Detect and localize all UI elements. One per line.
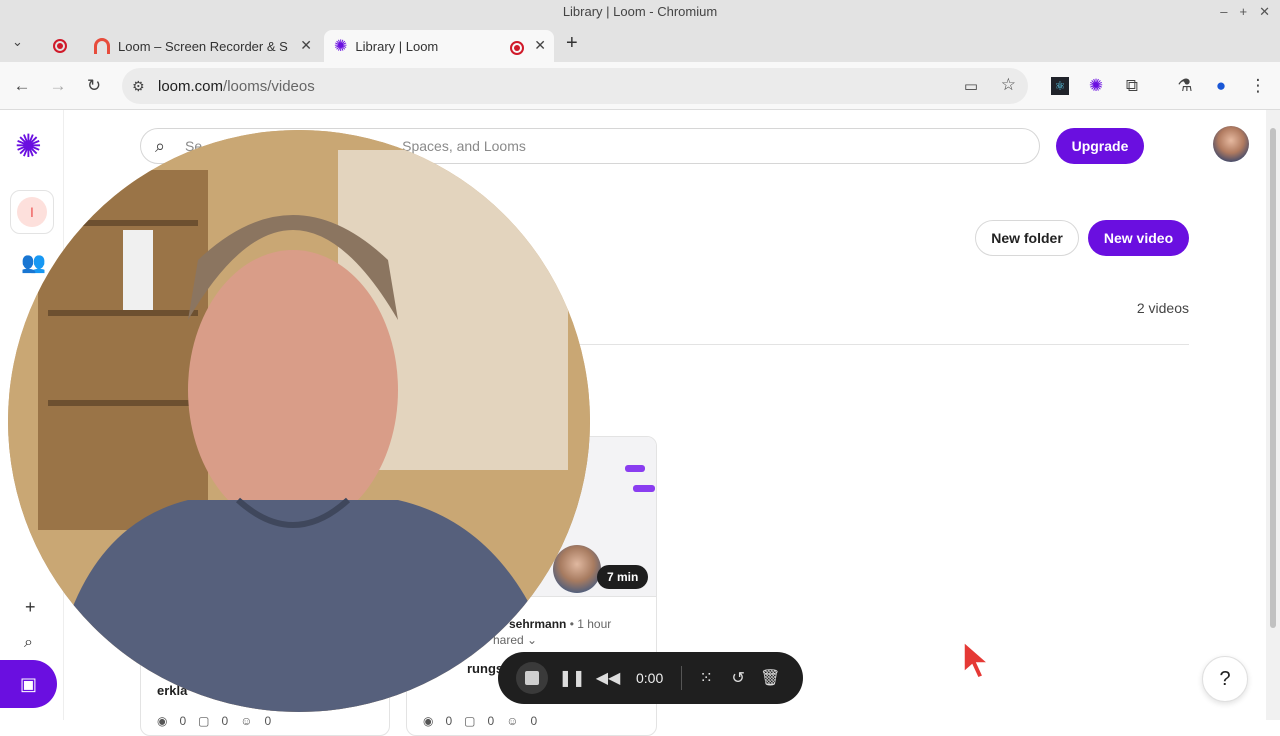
- upload-time: 1 hour: [577, 617, 612, 631]
- reactions-icon: ☺: [240, 714, 253, 728]
- window-controls: – + ✕: [1220, 0, 1270, 24]
- address-bar[interactable]: ⚙ loom.com/looms/videos ▭ ☆: [122, 68, 1028, 104]
- rainbow-favicon-icon: [94, 38, 110, 54]
- comments-count: 0: [221, 714, 229, 728]
- tab-list-chevron-icon[interactable]: ⌄: [12, 34, 23, 50]
- rewind-icon[interactable]: ◀◀: [594, 664, 622, 692]
- recording-indicator-icon: [53, 36, 67, 54]
- maximize-icon[interactable]: +: [1240, 0, 1248, 24]
- labs-flask-icon[interactable]: ⚗: [1173, 74, 1197, 98]
- add-icon[interactable]: +: [25, 597, 36, 618]
- tab-loom-recorder[interactable]: Loom – Screen Recorder & Sc ✕: [84, 30, 320, 62]
- scrollbar-thumb[interactable]: [1270, 128, 1276, 628]
- views-icon: ◉: [423, 714, 434, 728]
- page-scrollbar[interactable]: [1266, 110, 1280, 720]
- workspace-avatar[interactable]: I: [10, 190, 54, 234]
- back-icon[interactable]: ←: [10, 74, 34, 98]
- recording-indicator-icon: [510, 39, 524, 55]
- duration-badge: 7 min: [597, 565, 649, 589]
- site-info-icon[interactable]: ⚙: [132, 78, 152, 95]
- comments-icon: ▢: [464, 714, 476, 728]
- reactions-icon: ☺: [506, 714, 519, 728]
- card-stats: ◉ 0 ▢ 0 ☺ 0: [423, 714, 537, 728]
- close-tab-icon[interactable]: ✕: [534, 37, 546, 54]
- bookmark-star-icon[interactable]: ☆: [1001, 75, 1016, 95]
- elapsed-time: 0:00: [636, 670, 664, 686]
- tab-label: Loom – Screen Recorder & Sc: [118, 38, 288, 54]
- face-shape: [188, 250, 398, 530]
- thumbnail-button-mock: [633, 485, 655, 492]
- video-count: 2 videos: [1136, 300, 1189, 316]
- url-host: loom.com: [158, 77, 224, 95]
- close-tab-icon[interactable]: ✕: [300, 37, 312, 54]
- user-avatar[interactable]: [1213, 126, 1249, 162]
- tab-library-loom[interactable]: ✺ Library | Loom ✕: [324, 30, 554, 62]
- views-count: 0: [445, 714, 453, 728]
- profile-icon[interactable]: ●: [1209, 74, 1233, 98]
- url-path: /looms/videos: [223, 77, 315, 95]
- mouse-cursor-icon: [963, 640, 990, 679]
- browser-menu-icon[interactable]: ⋮: [1246, 74, 1270, 98]
- views-count: 0: [179, 714, 187, 728]
- video-camera-icon: ▣: [19, 673, 37, 694]
- camera-in-use-icon[interactable]: ▭: [964, 77, 978, 95]
- loom-favicon-icon: ✺: [334, 38, 348, 55]
- recording-controls: ❚❚ ◀◀ 0:00 ⁙ ↺ 🗑: [498, 652, 803, 704]
- forward-icon[interactable]: →: [46, 74, 70, 98]
- thumbnail-cam-bubble: [553, 545, 601, 593]
- shared-label: hared: [493, 633, 524, 647]
- search-icon[interactable]: ⌕: [24, 634, 33, 652]
- reactions-count: 0: [530, 714, 538, 728]
- window-titlebar: Library | Loom - Chromium – + ✕: [0, 0, 1280, 24]
- new-tab-icon[interactable]: +: [566, 32, 578, 55]
- extensions-puzzle-icon[interactable]: ⧉: [1120, 74, 1144, 98]
- delete-trash-icon[interactable]: 🗑: [756, 664, 784, 692]
- stop-recording-button[interactable]: [516, 662, 548, 694]
- webcam-feed-image: [8, 130, 590, 712]
- search-icon: ⌕: [155, 136, 166, 156]
- help-button[interactable]: ?: [1202, 656, 1248, 702]
- thumbnail-button-mock: [625, 465, 645, 472]
- people-icon[interactable]: 👥: [21, 250, 46, 275]
- comments-count: 0: [487, 714, 495, 728]
- shared-status[interactable]: hared ⌄: [493, 633, 537, 647]
- pause-icon[interactable]: ❚❚: [558, 664, 586, 692]
- minimize-icon[interactable]: –: [1220, 0, 1227, 24]
- drawing-tools-icon[interactable]: ⁙: [692, 664, 720, 692]
- react-devtools-extension-icon[interactable]: ⚛: [1048, 74, 1072, 98]
- workspace-initial: I: [17, 197, 47, 227]
- loom-extension-icon[interactable]: ✺: [1084, 74, 1108, 98]
- search-placeholder-end: Spaces, and Looms: [402, 138, 526, 154]
- author-name: sehrmann: [509, 617, 567, 631]
- upgrade-button[interactable]: Upgrade: [1056, 128, 1144, 164]
- loom-logo-icon[interactable]: ✺: [15, 130, 42, 162]
- new-video-button[interactable]: New video: [1088, 220, 1189, 256]
- restart-icon[interactable]: ↺: [724, 664, 752, 692]
- card-stats: ◉ 0 ▢ 0 ☺ 0: [157, 714, 271, 728]
- views-icon: ◉: [157, 714, 168, 728]
- tab-strip: ⌄ Loom – Screen Recorder & Sc ✕ ✺ Librar…: [0, 24, 1280, 62]
- reload-icon[interactable]: ↻: [82, 74, 106, 98]
- help-label: ?: [1219, 667, 1231, 690]
- webcam-bubble[interactable]: [8, 130, 590, 712]
- stop-icon: [525, 671, 539, 685]
- browser-toolbar: ← → ↻ ⚙ loom.com/looms/videos ▭ ☆ ⚛ ✺ ⧉ …: [0, 62, 1280, 110]
- close-window-icon[interactable]: ✕: [1259, 0, 1270, 24]
- record-video-button[interactable]: ▣: [0, 660, 57, 708]
- chevron-down-icon: ⌄: [527, 633, 538, 647]
- reactions-count: 0: [264, 714, 272, 728]
- new-folder-button[interactable]: New folder: [975, 220, 1079, 256]
- tab-label: Library | Loom: [355, 38, 439, 54]
- controls-divider: [681, 666, 683, 690]
- window-title: Library | Loom - Chromium: [562, 4, 718, 19]
- comments-icon: ▢: [198, 714, 210, 728]
